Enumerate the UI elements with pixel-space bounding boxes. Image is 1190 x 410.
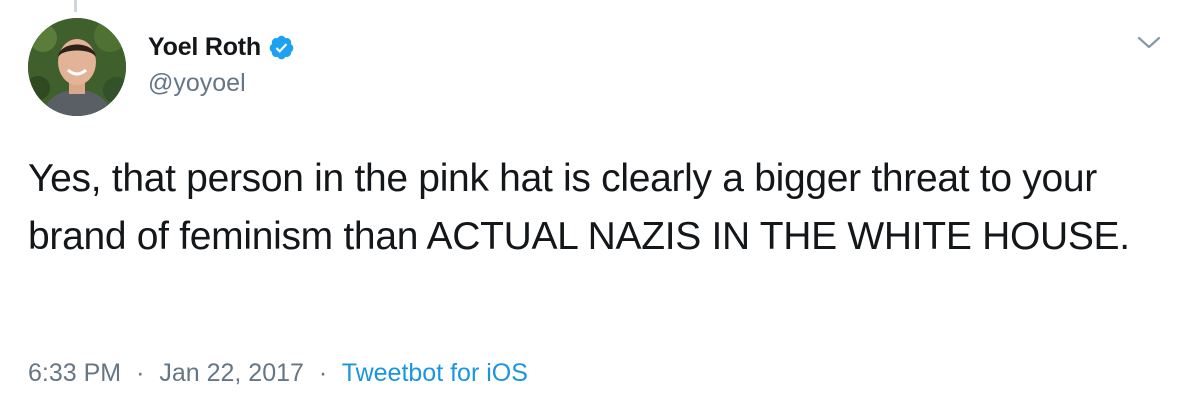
author-handle[interactable]: @yoyoel xyxy=(148,68,295,98)
chevron-down-icon[interactable] xyxy=(1136,34,1162,52)
verified-badge-icon xyxy=(268,34,295,61)
tweet-text: Yes, that person in the pink hat is clea… xyxy=(28,157,1130,258)
meta-separator: · xyxy=(318,359,328,387)
tweet-author[interactable]: Yoel Roth @yoyoel xyxy=(148,30,295,98)
avatar[interactable] xyxy=(28,18,126,116)
avatar-image xyxy=(28,18,126,116)
tweet-date[interactable]: Jan 22, 2017 xyxy=(159,359,304,387)
meta-separator: · xyxy=(136,359,145,387)
thread-connector-line xyxy=(74,0,77,12)
tweet-metadata: 6:33 PM · Jan 22, 2017 · Tweetbot for iO… xyxy=(28,358,528,388)
author-display-name[interactable]: Yoel Roth xyxy=(148,33,261,62)
name-row: Yoel Roth xyxy=(148,30,295,64)
tweet-time[interactable]: 6:33 PM xyxy=(28,359,121,387)
tweet-source-link[interactable]: Tweetbot for iOS xyxy=(342,359,528,387)
